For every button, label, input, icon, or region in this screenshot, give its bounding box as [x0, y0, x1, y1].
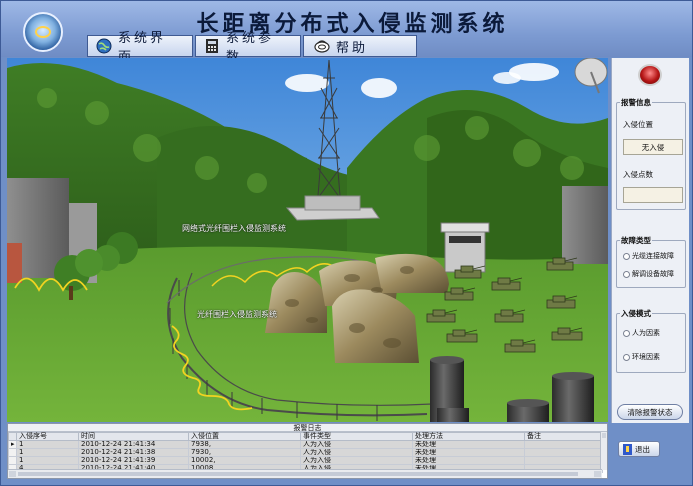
- app-title: 长距离分布式入侵监测系统: [196, 11, 509, 37]
- radio-circle-icon[interactable]: [623, 252, 630, 260]
- intrusion-location-label: 入侵位置: [623, 120, 653, 129]
- radio-circle-icon[interactable]: [623, 270, 630, 278]
- monitoring-scene[interactable]: 网络式光纤围栏入侵监测系统 光纤围栏入侵监测系统: [7, 58, 608, 422]
- mode-option-environment-label: 环境因素: [632, 353, 660, 361]
- radio-circle-icon[interactable]: [623, 329, 630, 337]
- cell-event: 人为入侵: [300, 448, 413, 457]
- exit-door-icon: [623, 443, 632, 455]
- table-row[interactable]: ▸ 1 2010-12-24 21:41:34 7938, 人为入侵 未处理: [8, 440, 603, 449]
- radio-circle-icon[interactable]: [623, 353, 630, 361]
- cell-note: [524, 448, 603, 457]
- intrusion-points-value: [623, 187, 683, 203]
- table-header-row: 入侵序号 时间 入侵位置 事件类型 处理方法 备注: [8, 432, 603, 441]
- fault-option-cable-label: 光缆连接故障: [632, 252, 674, 260]
- scene-label-fiber-fence: 光纤围栏入侵监测系统: [197, 310, 277, 319]
- cell-method: 未处理: [412, 440, 525, 449]
- exit-button[interactable]: 退出: [618, 441, 660, 457]
- cell-time: 2010-12-24 21:41:39: [78, 456, 189, 465]
- side-panel: 报警信息 入侵位置 无入侵 入侵点数 故障类型 光缆连接故障 解调设备故障 入侵…: [611, 58, 689, 423]
- row-marker-header: [8, 432, 17, 441]
- intrusion-points-label: 入侵点数: [623, 170, 653, 179]
- clear-alarm-button[interactable]: 清除报警状态: [617, 404, 683, 420]
- nav-help-label: 帮助: [336, 40, 369, 56]
- mode-option-human-label: 人为因素: [632, 329, 660, 337]
- cell-location: 7938,: [188, 440, 301, 449]
- cell-time: 2010-12-24 21:41:38: [78, 448, 189, 457]
- app-window: 长距离分布式入侵监测系统 系统界面 系统参数: [0, 0, 693, 486]
- col-header-method[interactable]: 处理方法: [412, 432, 525, 441]
- cell-method: 未处理: [412, 456, 525, 465]
- table-row[interactable]: 1 2010-12-24 21:41:39 10002, 人为入侵 未处理: [8, 456, 603, 465]
- cell-time: 2010-12-24 21:41:34: [78, 440, 189, 449]
- table-row[interactable]: 1 2010-12-24 21:41:38 7930, 人为入侵 未处理: [8, 448, 603, 457]
- alarm-lamp-icon: [638, 64, 662, 86]
- cell-note: [524, 456, 603, 465]
- col-header-note[interactable]: 备注: [524, 432, 603, 441]
- globe-icon: [96, 38, 112, 54]
- alarm-log-table: 入侵序号 时间 入侵位置 事件类型 处理方法 备注 ▸ 1 2010-12-24…: [8, 432, 603, 473]
- scroll-thumb[interactable]: [18, 472, 578, 476]
- scene-graphic: [7, 58, 608, 422]
- horizontal-scrollbar[interactable]: [8, 469, 602, 478]
- cell-location: 10002,: [188, 456, 301, 465]
- scroll-left-arrow-icon[interactable]: [9, 471, 16, 477]
- cell-id: 1: [16, 456, 79, 465]
- cell-note: [524, 440, 603, 449]
- fault-type-group: 故障类型 光缆连接故障 解调设备故障: [616, 235, 686, 288]
- calculator-icon: [206, 39, 218, 53]
- col-header-location[interactable]: 入侵位置: [188, 432, 301, 441]
- row-selector[interactable]: [8, 456, 17, 465]
- row-selector-icon[interactable]: ▸: [8, 440, 17, 449]
- main-nav: 系统界面 系统参数 帮助: [87, 31, 419, 65]
- cell-event: 人为入侵: [300, 440, 413, 449]
- mode-option-environment[interactable]: 环境因素: [623, 352, 660, 362]
- exit-label: 退出: [635, 444, 650, 454]
- intrusion-mode-group: 入侵模式 人为因素 环境因素: [616, 308, 686, 373]
- col-header-time[interactable]: 时间: [78, 432, 189, 441]
- intrusion-location-value: 无入侵: [623, 139, 683, 155]
- cell-event: 人为入侵: [300, 456, 413, 465]
- header: 长距离分布式入侵监测系统 系统界面 系统参数: [1, 1, 692, 65]
- alarm-info-title: 报警信息: [620, 97, 652, 108]
- fault-option-cable[interactable]: 光缆连接故障: [623, 251, 674, 261]
- scroll-right-arrow-icon[interactable]: [594, 471, 601, 477]
- fault-option-demod-label: 解调设备故障: [632, 270, 674, 278]
- nav-system-view-button[interactable]: 系统界面: [87, 31, 193, 65]
- col-header-id[interactable]: 入侵序号: [16, 432, 79, 441]
- nav-help-button[interactable]: 帮助: [303, 35, 417, 57]
- alarm-log-title: 报警日志: [8, 424, 607, 432]
- intrusion-mode-title: 入侵模式: [620, 308, 652, 319]
- mode-option-human[interactable]: 人为因素: [623, 328, 660, 338]
- cell-method: 未处理: [412, 448, 525, 457]
- scene-label-network-fence: 网络式光纤围栏入侵监测系统: [182, 224, 286, 233]
- cell-id: 1: [16, 440, 79, 449]
- fault-type-title: 故障类型: [620, 235, 652, 246]
- row-selector[interactable]: [8, 448, 17, 457]
- cell-location: 7930,: [188, 448, 301, 457]
- help-icon: [314, 40, 330, 53]
- nav-system-params-button[interactable]: 系统参数: [195, 31, 301, 65]
- vertical-scrollbar[interactable]: [600, 432, 607, 470]
- fault-option-demod[interactable]: 解调设备故障: [623, 269, 674, 279]
- alarm-info-group: 报警信息 入侵位置 无入侵 入侵点数: [616, 97, 686, 210]
- cell-id: 1: [16, 448, 79, 457]
- alarm-log-panel: 报警日志 入侵序号 时间 入侵位置 事件类型 处理方法 备注 ▸ 1 2010-…: [7, 423, 608, 479]
- col-header-event[interactable]: 事件类型: [300, 432, 413, 441]
